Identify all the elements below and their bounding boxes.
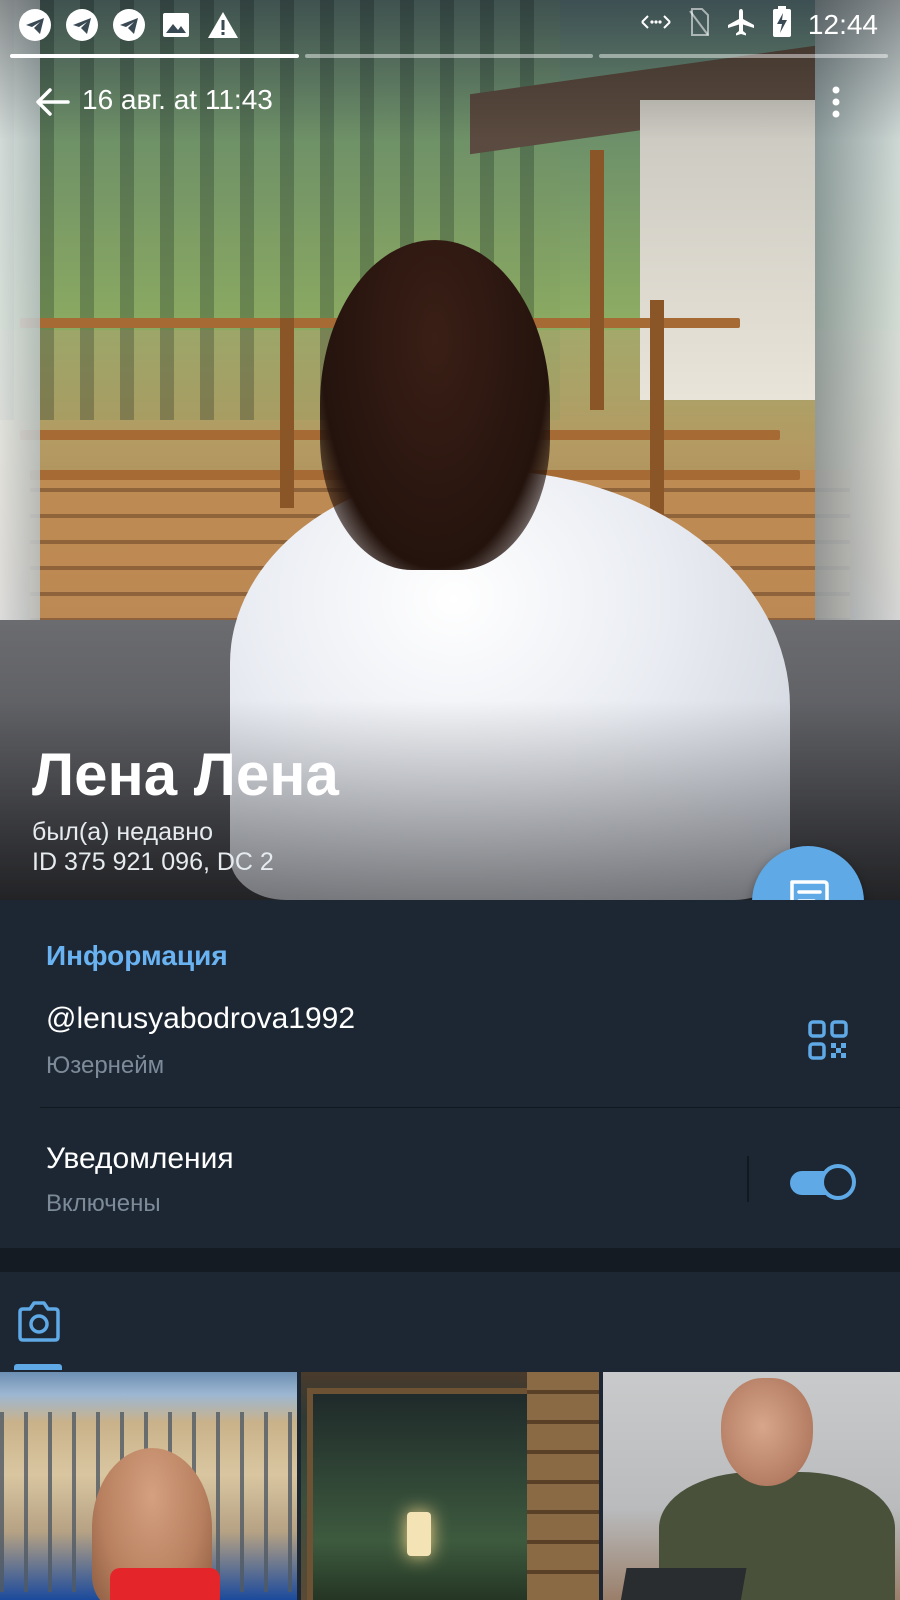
last-seen-status: был(а) недавно [32,818,214,846]
media-thumbnail[interactable] [301,1372,599,1600]
notification-icons [18,8,240,42]
more-menu-icon[interactable] [826,82,846,122]
photo-post [650,300,664,530]
tab-photos[interactable] [16,1300,62,1344]
notifications-state: Включены [46,1190,161,1217]
back-arrow-icon[interactable] [30,82,74,122]
photo-date-title: 16 авг. at 11:43 [82,84,273,115]
media-thumbnail[interactable] [602,1372,900,1600]
notifications-title: Уведомления [46,1142,234,1175]
media-thumbnail[interactable] [0,1372,298,1600]
username-value[interactable]: @lenusyabodrova1992 [46,1002,355,1036]
user-id: ID 375 921 096, DC 2 [32,848,274,876]
thumb-lamp [407,1512,432,1556]
notifications-toggle[interactable] [790,1162,858,1200]
divider [40,1107,900,1108]
media-tabs [0,1272,900,1370]
thumb-window [307,1388,534,1600]
info-section-title: Информация [46,940,228,971]
image-icon [159,8,193,42]
telegram-icon [65,8,99,42]
airplane-icon [726,7,756,42]
status-bar: 12:44 [0,0,900,48]
data-transfer-icon [640,12,672,37]
photo-house [640,100,815,400]
story-progress [10,54,889,58]
info-section: Информация @lenusyabodrova1992 Юзернейм … [0,900,900,1246]
profile-name: Лена Лена [32,741,339,808]
story-progress-segment [10,54,299,58]
photo-person [320,240,550,570]
telegram-icon [18,8,52,42]
story-progress-segment [599,54,889,58]
status-time: 12:44 [807,8,878,40]
tab-indicator [14,1364,62,1370]
thumb-person [720,1378,813,1486]
telegram-icon [112,8,146,42]
username-label: Юзернейм [46,1052,165,1079]
photo-post [280,318,294,508]
thumb-shorts [110,1568,220,1600]
no-sim-icon [688,7,710,42]
story-progress-segment [304,54,594,58]
toggle-thumb [820,1164,856,1200]
camera-icon [16,1301,62,1348]
toolbar: 16 авг. at 11:43 [0,70,900,134]
photo-post [590,150,604,410]
section-gap [0,1248,900,1272]
qr-code-icon[interactable] [808,1020,848,1060]
battery-charging-icon [772,6,792,43]
warning-icon [206,8,240,42]
thumb-laptop [619,1568,747,1600]
media-grid [0,1372,900,1600]
vertical-divider [747,1156,749,1202]
thumb-log-wall [527,1372,599,1600]
status-right: 12:44 [640,6,878,43]
